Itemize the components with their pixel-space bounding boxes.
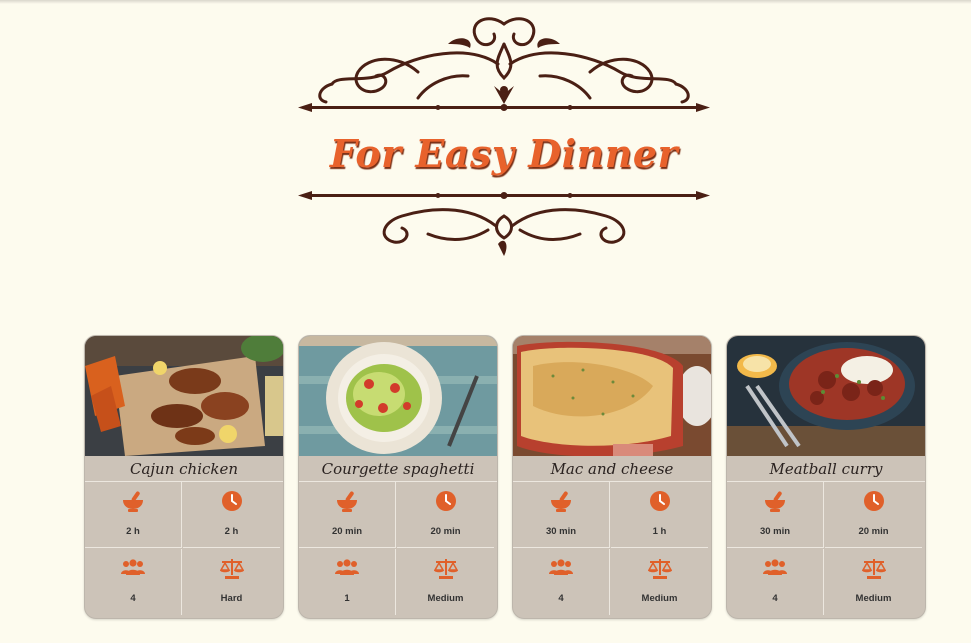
cook-time-value: 20 min bbox=[430, 526, 461, 537]
cook-time: 1 h bbox=[611, 482, 708, 548]
prep-time: 30 min bbox=[727, 482, 824, 548]
cook-time: 2 h bbox=[183, 482, 280, 548]
prep-time-value: 30 min bbox=[759, 526, 791, 537]
servings: 1 bbox=[299, 549, 396, 615]
servings-value: 4 bbox=[130, 593, 136, 604]
recipe-name[interactable]: Mac and cheese bbox=[513, 456, 711, 482]
bottom-ornament bbox=[298, 191, 710, 256]
servings-value: 1 bbox=[344, 593, 350, 604]
scale-icon bbox=[433, 559, 458, 579]
recipe-photo[interactable] bbox=[513, 336, 711, 456]
difficulty: Hard bbox=[183, 549, 280, 615]
cook-time-value: 20 min bbox=[858, 526, 889, 537]
servings-value: 4 bbox=[558, 593, 564, 604]
clock-icon bbox=[863, 491, 884, 511]
difficulty-value: Medium bbox=[641, 593, 678, 604]
recipe-card[interactable]: Courgette spaghetti 20 min 20 min 1 Medi… bbox=[298, 335, 498, 619]
people-icon bbox=[549, 559, 573, 575]
difficulty: Medium bbox=[611, 549, 708, 615]
servings-value: 4 bbox=[772, 593, 778, 604]
people-icon bbox=[763, 559, 787, 575]
scale-icon bbox=[219, 559, 244, 579]
people-icon bbox=[121, 559, 145, 575]
scale-icon bbox=[861, 559, 886, 579]
clock-icon bbox=[221, 491, 242, 511]
clock-icon bbox=[649, 491, 670, 511]
mortar-pestle-icon bbox=[123, 491, 143, 512]
servings: 4 bbox=[513, 549, 610, 615]
mortar-pestle-icon bbox=[551, 491, 571, 512]
mortar-pestle-icon bbox=[765, 491, 785, 512]
prep-time-value: 20 min bbox=[331, 526, 363, 537]
scale-icon bbox=[647, 559, 672, 579]
recipe-card-list: Cajun chicken 2 h 2 h 4 Hard Courgette s… bbox=[84, 335, 926, 619]
difficulty: Medium bbox=[825, 549, 922, 615]
recipe-name[interactable]: Cajun chicken bbox=[85, 456, 283, 482]
people-icon bbox=[335, 559, 359, 575]
cook-time-value: 2 h bbox=[224, 526, 239, 537]
difficulty-value: Medium bbox=[855, 593, 892, 604]
top-ornament bbox=[298, 17, 710, 112]
clock-icon bbox=[435, 491, 456, 511]
servings: 4 bbox=[727, 549, 824, 615]
recipe-card[interactable]: Meatball curry 30 min 20 min 4 Medium bbox=[726, 335, 926, 619]
recipe-name[interactable]: Meatball curry bbox=[727, 456, 925, 482]
prep-time: 2 h bbox=[85, 482, 182, 548]
recipe-name[interactable]: Courgette spaghetti bbox=[299, 456, 497, 482]
cook-time: 20 min bbox=[397, 482, 494, 548]
prep-time: 30 min bbox=[513, 482, 610, 548]
prep-time-value: 2 h bbox=[126, 526, 140, 537]
difficulty: Medium bbox=[397, 549, 494, 615]
page-title: For Easy Dinner bbox=[329, 131, 679, 176]
difficulty-value: Medium bbox=[427, 593, 464, 604]
recipe-card[interactable]: Mac and cheese 30 min 1 h 4 Medium bbox=[512, 335, 712, 619]
recipe-card[interactable]: Cajun chicken 2 h 2 h 4 Hard bbox=[84, 335, 284, 619]
recipe-photo[interactable] bbox=[85, 336, 283, 456]
recipe-photo[interactable] bbox=[299, 336, 497, 456]
mortar-pestle-icon bbox=[337, 491, 357, 512]
prep-time-value: 30 min bbox=[545, 526, 577, 537]
prep-time: 20 min bbox=[299, 482, 396, 548]
cook-time-value: 1 h bbox=[652, 526, 667, 537]
difficulty-value: Hard bbox=[220, 593, 243, 604]
servings: 4 bbox=[85, 549, 182, 615]
recipe-photo[interactable] bbox=[727, 336, 925, 456]
top-shadow bbox=[0, 0, 971, 4]
cook-time: 20 min bbox=[825, 482, 922, 548]
